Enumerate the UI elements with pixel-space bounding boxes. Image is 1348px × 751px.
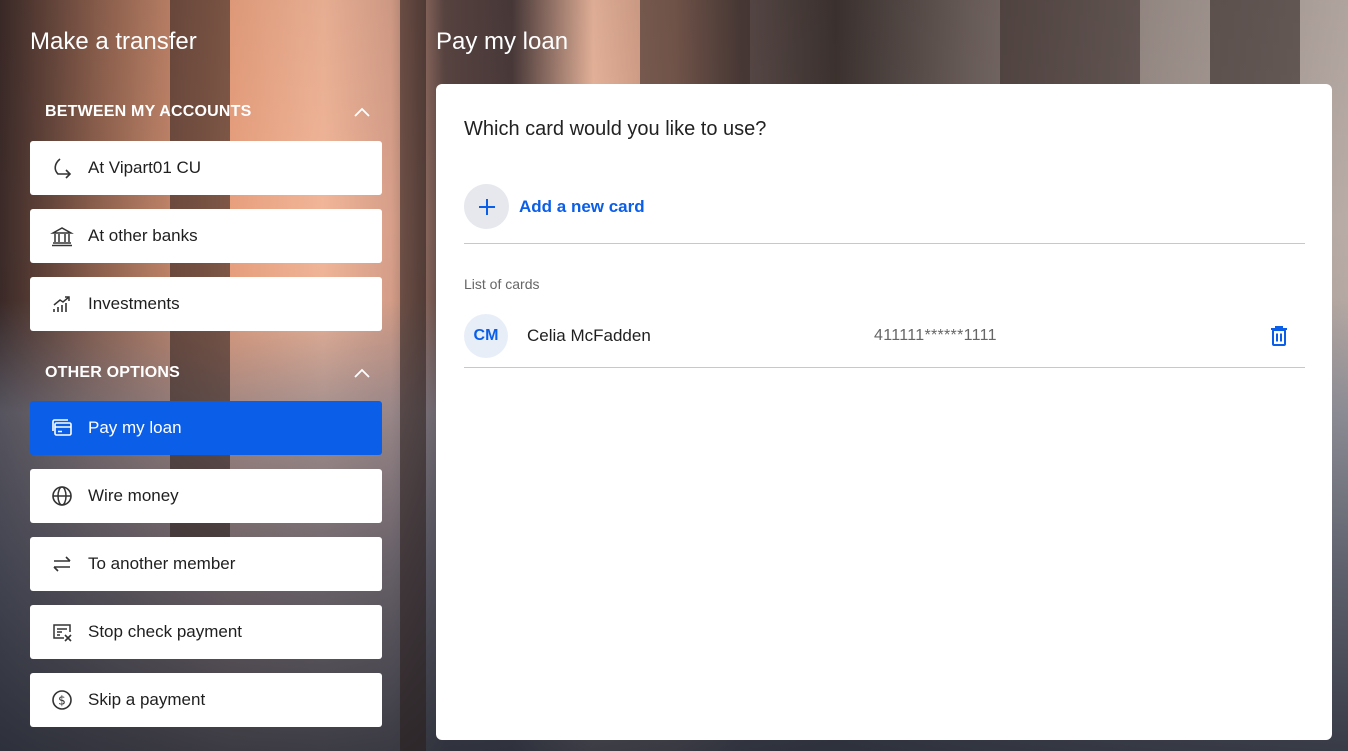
- add-new-card-button[interactable]: Add a new card: [464, 184, 645, 229]
- card-holder-name: Celia McFadden: [527, 326, 651, 345]
- sidebar-item-label: To another member: [88, 554, 236, 573]
- card-list-item[interactable]: CM Celia McFadden 411111******1111: [464, 311, 1305, 361]
- card-question-heading: Which card would you like to use?: [464, 118, 767, 140]
- sidebar-item-label: Skip a payment: [88, 690, 206, 709]
- sidebar-item-at-vipart01-cu[interactable]: At Vipart01 CU: [30, 141, 382, 195]
- background-pillar: [1000, 0, 1140, 90]
- sidebar-item-to-another-member[interactable]: To another member: [30, 537, 382, 591]
- sidebar-item-at-other-banks[interactable]: At other banks: [30, 209, 382, 263]
- page-title: Pay my loan: [436, 28, 569, 55]
- add-new-card-label[interactable]: Add a new card: [519, 197, 645, 217]
- redirect-arrow-icon: [50, 156, 74, 180]
- sidebar-item-label: Stop check payment: [88, 622, 243, 641]
- sidebar-item-stop-check-payment[interactable]: Stop check payment: [30, 605, 382, 659]
- plus-icon[interactable]: [464, 184, 509, 229]
- bank-icon: [50, 224, 74, 248]
- svg-text:$: $: [58, 694, 66, 708]
- stop-check-icon: [50, 620, 74, 644]
- sidebar-item-label: Wire money: [88, 486, 179, 505]
- dollar-circle-icon: $: [50, 688, 74, 712]
- chart-growth-icon: [50, 292, 74, 316]
- sidebar-item-skip-a-payment[interactable]: $ Skip a payment: [30, 673, 382, 727]
- section-other-options[interactable]: OTHER OPTIONS: [30, 353, 382, 393]
- section-between-accounts[interactable]: BETWEEN MY ACCOUNTS: [30, 92, 382, 132]
- divider: [464, 367, 1305, 368]
- sidebar-item-label: At other banks: [88, 226, 198, 245]
- background-pillar: [640, 0, 750, 90]
- sidebar-item-label: Investments: [88, 294, 180, 313]
- divider: [464, 243, 1305, 244]
- sidebar-item-investments[interactable]: Investments: [30, 277, 382, 331]
- card-number: 411111******1111: [874, 327, 997, 344]
- globe-icon: [50, 484, 74, 508]
- section-label: OTHER OPTIONS: [45, 364, 181, 381]
- swap-arrows-icon: [50, 552, 74, 576]
- chevron-up-icon[interactable]: [342, 353, 382, 393]
- chevron-up-icon[interactable]: [342, 92, 382, 132]
- trash-icon[interactable]: [1267, 324, 1291, 348]
- section-label: BETWEEN MY ACCOUNTS: [45, 103, 252, 120]
- sidebar-title: Make a transfer: [30, 28, 197, 55]
- sidebar-item-label: Pay my loan: [88, 418, 182, 437]
- background-pillar: [1210, 0, 1300, 90]
- sidebar-item-label: At Vipart01 CU: [88, 158, 202, 177]
- card-selection-panel: Which card would you like to use? Add a …: [436, 84, 1332, 740]
- sidebar-item-wire-money[interactable]: Wire money: [30, 469, 382, 523]
- avatar: CM: [464, 314, 508, 358]
- background-pillar: [400, 0, 426, 751]
- sidebar-item-pay-my-loan[interactable]: Pay my loan: [30, 401, 382, 455]
- card-payment-icon: [50, 416, 74, 440]
- list-of-cards-label: List of cards: [464, 276, 540, 292]
